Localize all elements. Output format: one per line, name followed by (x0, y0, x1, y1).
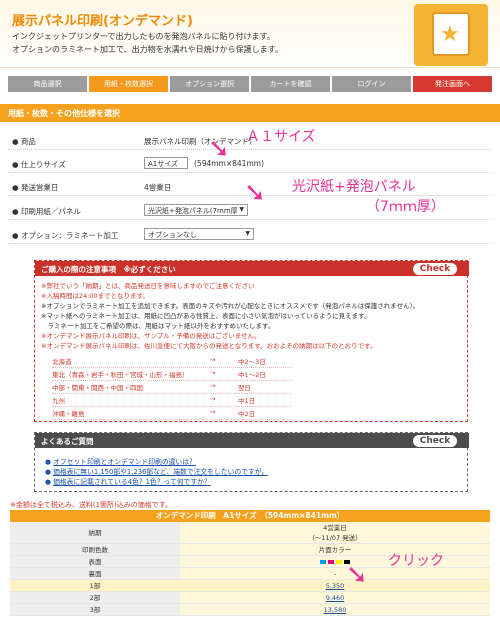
price-link-2[interactable]: 9,460 (326, 594, 345, 602)
faq-item[interactable]: ● 価格表に無い1,150部や1,236部など、端数で注文をしたいのですが。 (45, 467, 465, 477)
row-size: ● 仕上りサイズ A1サイズ (594mm×841mm) (8, 153, 492, 173)
step-cart-confirm[interactable]: カートを確認 (251, 76, 330, 92)
ship-label: ● 発送営業日 (12, 183, 59, 192)
region-row: 中部・関東・関西・中国・四国 → 翌日 (52, 382, 292, 394)
faq-title: よくあるご質問 Check (35, 433, 469, 448)
swatch-cyan (320, 560, 326, 564)
notice-line: ※オンデマンド展示パネル印刷は、サンプル・予備の発送はございません。 (41, 332, 261, 340)
arrow-annotation-icon: ➘ (346, 560, 368, 590)
page-description: インクジェットプリンターで出力したものを発泡パネルに貼り付けます。 オプションの… (12, 30, 283, 56)
swatch-yellow (336, 560, 342, 564)
option-label: ● オプション：ラミネート加工 (12, 231, 119, 240)
notice-title: ご購入の際の注意事項 ※必ずください Check (35, 261, 469, 276)
notice-line: ラミネート加工をご希望の際は、用紙はマット紙以外をおすすめいたします。 (41, 322, 275, 330)
size-select[interactable]: A1サイズ (144, 157, 188, 169)
annotation-click: クリック (388, 553, 444, 569)
arrow-annotation-icon: ➘ (208, 134, 230, 164)
star-icon: ★ (440, 22, 460, 47)
notice-body: ※弊社でいう「納期」とは、商品発送日を意味しますのでご注意ください ※入稿時間は… (41, 281, 463, 351)
table-row: 1部 5,350 (10, 580, 490, 592)
page-header: 展示パネル印刷(オンデマンド) インクジェットプリンターで出力したものを発泡パネ… (0, 0, 500, 68)
section-title: 用紙・枚数・その他仕様を選択 (0, 104, 500, 122)
size-label: ● 仕上りサイズ (12, 160, 66, 169)
tax-note: ※金額は全て税込み、送料(1箇所)込みの価格です。 (10, 501, 173, 509)
description-line-2: オプションのラミネート加工で、出力物を水濡れや日焼けから保護します。 (12, 45, 283, 54)
product-label: ● 商品 (12, 137, 36, 146)
paper-label: ● 印刷用紙／パネル (12, 207, 81, 216)
check-badge: Check (413, 435, 457, 447)
notice-line: ※弊社でいう「納期」とは、商品発送日を意味しますのでご注意ください (41, 282, 255, 290)
paper-select[interactable]: 光沢紙+発泡パネル(7mm厚 ▼ (144, 204, 248, 216)
chevron-down-icon: ▼ (245, 230, 250, 237)
region-row: 九州 → 中1日 (52, 395, 292, 407)
price-table-header: オンデマンド印刷 A1サイズ （594mm×841mm） (10, 510, 490, 522)
annotation-panel-line1: 光沢紙+発泡パネル (292, 179, 416, 195)
product-value: 展示パネル印刷（オンデマンド） (144, 137, 257, 146)
faq-list: ● オフセット印刷とオンデマンド印刷の違いは？ ● 価格表に無い1,150部や1… (45, 457, 465, 487)
annotation-a1: Ａ１サイズ (246, 129, 316, 145)
notice-line: ※オンデマンド展示パネル印刷は、佐川急便にて大阪からの発送となります。おおよその… (41, 342, 377, 350)
faq-item[interactable]: ● オフセット印刷とオンデマンド印刷の違いは？ (45, 457, 465, 467)
check-badge: Check (413, 263, 457, 275)
panel-logo-icon: ★ (414, 4, 488, 66)
faq-item[interactable]: ● 価格表に記載されている4色？1色？って何ですか？ (45, 477, 465, 487)
table-row: 納期 4営業日 （〜11/07 発送） (10, 522, 490, 544)
notice-line: ※マット紙へのラミネート加工は、用紙に凹凸がある性質上、表面に小さい気泡がはいっ… (41, 312, 371, 320)
annotation-panel-line2: （7ｍｍ厚） (366, 199, 445, 215)
notice-line: ※入稿時間は24:00までとなります。 (41, 292, 149, 300)
swatch-magenta (328, 560, 334, 564)
description-line-1: インクジェットプリンターで出力したものを発泡パネルに貼り付けます。 (12, 32, 275, 41)
lamination-select[interactable]: オプションなし ▼ (144, 228, 254, 240)
arrow-annotation-icon: ➘ (244, 178, 266, 208)
price-link-1[interactable]: 5,350 (326, 582, 345, 590)
ship-value: 4営業日 (144, 183, 172, 192)
table-row: 3部 13,580 (10, 604, 490, 616)
region-row: 東北（青森・岩手・秋田・宮城・山形・福島） → 中1〜2日 (52, 369, 292, 381)
region-row: 沖縄・離島 → 中2日 (52, 408, 292, 420)
price-link-3[interactable]: 13,580 (324, 606, 347, 614)
step-product-select[interactable]: 商品選択 (8, 76, 87, 92)
faq-box: よくあるご質問 Check ● オフセット印刷とオンデマンド印刷の違いは？ ● … (34, 432, 469, 492)
step-paper-quantity[interactable]: 用紙・枚数選択 (89, 76, 168, 92)
step-option-select[interactable]: オプション選択 (170, 76, 249, 92)
page-title: 展示パネル印刷(オンデマンド) (12, 14, 193, 29)
step-navigation: 商品選択 用紙・枚数選択 オプション選択 カートを確認 ログイン 発注画面へ (8, 76, 494, 92)
row-option: ● オプション：ラミネート加工 オプションなし ▼ (8, 224, 492, 244)
step-order[interactable]: 発注画面へ (413, 76, 492, 92)
notice-line: ※オプションでラミネート加工を追加できます。表面のキズや汚れが心配なときにオスス… (41, 302, 420, 310)
step-login[interactable]: ログイン (332, 76, 411, 92)
table-row: 2部 9,460 (10, 592, 490, 604)
region-row: 北海道 → 中2〜3日 (52, 356, 292, 368)
